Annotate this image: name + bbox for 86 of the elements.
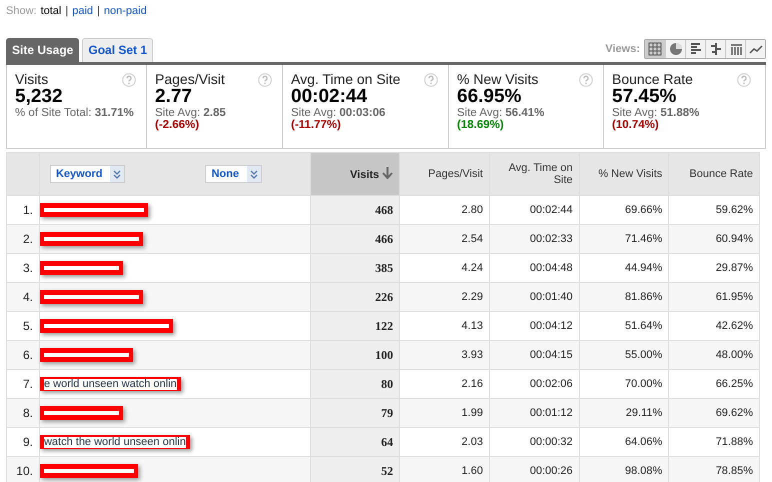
- keyword-text: watch the world unseen onlin: [44, 436, 186, 448]
- metric-title: Visits: [15, 71, 48, 87]
- table-cell: 69.62%: [668, 398, 760, 428]
- compare-icon: [708, 42, 722, 56]
- metric-comparison: Site Avg: 00:03:06: [291, 107, 386, 119]
- metric-title: Bounce Rate: [612, 71, 693, 87]
- dimension-dropdown[interactable]: None: [205, 165, 262, 183]
- metric-change: (10.74%): [612, 119, 660, 131]
- table-cell: 466: [310, 224, 400, 254]
- table-cell: 2.29: [400, 282, 490, 312]
- table-cell: 122: [310, 312, 400, 340]
- table-cell: 1.60: [400, 456, 490, 482]
- view-button[interactable]: [665, 40, 685, 58]
- grid-icon: [648, 42, 662, 56]
- metric-change: (18.69%): [457, 119, 505, 131]
- caret-icon: [250, 170, 258, 178]
- table-cell: 52: [310, 456, 400, 482]
- table-cell: 226: [310, 282, 400, 312]
- table-cell: 80: [310, 370, 400, 398]
- tab[interactable]: Site Usage: [6, 38, 80, 62]
- pivot-icon: [728, 42, 742, 56]
- metric-comparison: Site Avg: 51.88%: [612, 107, 700, 119]
- table-cell: 00:04:15: [489, 340, 580, 370]
- table-cell: 79: [310, 398, 400, 428]
- view-button[interactable]: [725, 40, 745, 58]
- filter-link[interactable]: paid: [72, 5, 94, 17]
- column-header[interactable]: % New Visits: [579, 152, 669, 196]
- table-cell: 98.08%: [579, 456, 669, 482]
- table-cell: 64: [310, 428, 400, 456]
- view-button[interactable]: [705, 40, 725, 58]
- column-header[interactable]: Avg. Time on Site: [489, 152, 580, 196]
- table-cell: 00:00:26: [489, 456, 580, 482]
- table-cell: 100: [310, 340, 400, 370]
- caret-icon: [113, 170, 122, 178]
- table-cell: 55.00%: [579, 340, 669, 370]
- row-number: 8.: [6, 398, 40, 428]
- metric-value: 57.45%: [612, 87, 678, 107]
- table-cell: 60.94%: [668, 224, 760, 254]
- filter-link[interactable]: non-paid: [104, 5, 147, 17]
- table-cell: 00:02:33: [489, 224, 580, 254]
- filter-link[interactable]: total: [40, 5, 62, 17]
- table-cell: 81.86%: [579, 282, 669, 312]
- metric-title: % New Visits: [457, 71, 538, 87]
- metric-comparison: Site Avg: 2.85: [155, 107, 227, 119]
- view-button[interactable]: [745, 40, 765, 58]
- view-button[interactable]: [645, 40, 665, 58]
- metric-comparison: % of Site Total: 31.71%: [15, 107, 135, 119]
- sort-arrow-icon: [382, 167, 394, 179]
- keyword-text: e world unseen watch onlin: [44, 378, 177, 390]
- metric-value: 2.77: [155, 87, 192, 107]
- row-number: 2.: [6, 224, 40, 254]
- table-cell: 1.99: [400, 398, 490, 428]
- table-cell: 78.85%: [668, 456, 760, 482]
- metric-value: 5,232: [15, 87, 64, 107]
- table-cell: 61.95%: [668, 282, 760, 312]
- metric-comparison: Site Avg: 56.41%: [457, 107, 546, 119]
- metric-change: (-2.66%): [155, 119, 200, 131]
- column-header[interactable]: Bounce Rate: [668, 152, 760, 196]
- table-cell: 00:01:40: [489, 282, 580, 312]
- dimension-dropdown[interactable]: Keyword: [50, 165, 126, 183]
- metric-title: Avg. Time on Site: [291, 71, 400, 87]
- view-button[interactable]: [685, 40, 705, 58]
- metric-value: 66.95%: [457, 87, 522, 107]
- metric-value: 00:02:44: [291, 87, 368, 107]
- bar-list-icon: [688, 42, 702, 56]
- row-number: 6.: [6, 340, 40, 370]
- separator-text: |: [97, 5, 100, 17]
- table-cell: 385: [310, 254, 400, 282]
- column-header[interactable]: Visits: [310, 152, 400, 196]
- views-label: Views:: [605, 43, 640, 55]
- row-number: 10.: [6, 456, 40, 482]
- show-label: Show:: [6, 5, 37, 17]
- row-number: 4.: [6, 282, 40, 312]
- table-cell: 71.46%: [579, 224, 669, 254]
- separator-text: |: [65, 5, 68, 17]
- column-header[interactable]: Pages/Visit: [400, 152, 490, 196]
- table-cell: 48.00%: [668, 340, 760, 370]
- table-cell: 00:01:12: [489, 398, 580, 428]
- table-cell: 29.11%: [579, 398, 669, 428]
- metric-title: Pages/Visit: [155, 71, 225, 87]
- metric-change: (-11.77%): [291, 119, 342, 131]
- table-cell: 2.54: [400, 224, 490, 254]
- table-cell: 468: [310, 196, 400, 224]
- pie-chart-icon: [668, 42, 682, 56]
- tab[interactable]: Goal Set 1: [82, 38, 154, 62]
- table-cell: 3.93: [400, 340, 490, 370]
